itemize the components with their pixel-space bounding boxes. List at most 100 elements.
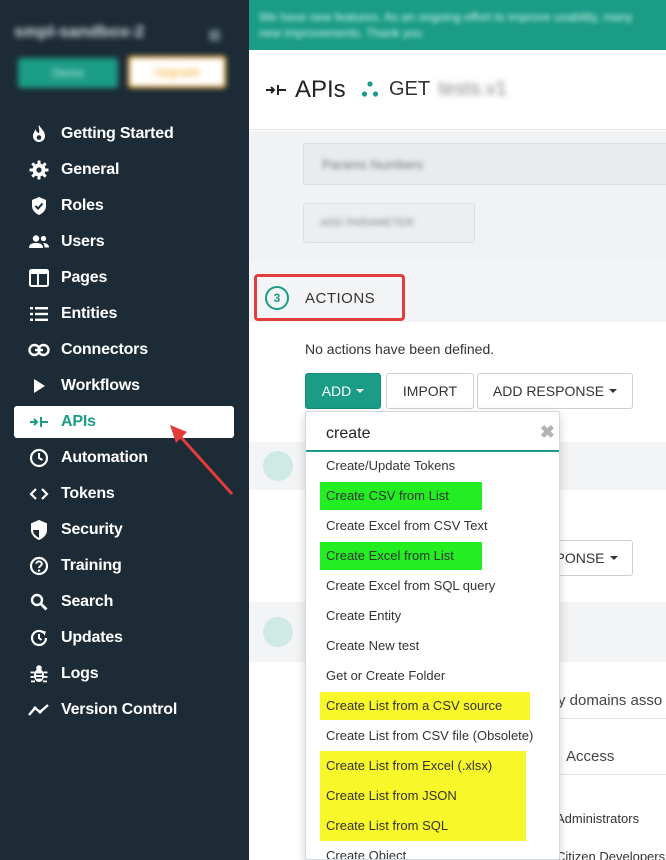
sidebar-item-label: Logs: [61, 665, 99, 682]
environment-primary-button[interactable]: Demo: [18, 58, 118, 88]
environment-secondary-button[interactable]: Upgrade: [128, 56, 226, 88]
sidebar-item-training[interactable]: Training: [14, 548, 234, 584]
chevron-down-icon: [356, 389, 365, 393]
sidebar-item-entities[interactable]: Entities: [14, 296, 234, 332]
sidebar-item-getting-started[interactable]: Getting Started: [14, 116, 234, 152]
option-label: Create Entity: [326, 608, 402, 623]
play-icon: [28, 375, 50, 397]
dropdown-option[interactable]: Create New test: [306, 631, 559, 661]
actions-section-title: ACTIONS: [305, 290, 376, 307]
divider: [559, 718, 666, 719]
option-label: Create Excel from List: [320, 542, 482, 570]
divider: [559, 774, 666, 775]
role-citizen-developers: Citizen Developers: [556, 849, 666, 860]
add-action-button[interactable]: ADD: [305, 373, 381, 409]
sidebar-item-label: Updates: [61, 629, 123, 646]
dropdown-option[interactable]: Create/Update Tokens: [306, 451, 559, 481]
sidebar-item-label: Roles: [61, 197, 104, 214]
sidebar-item-logs[interactable]: Logs: [14, 656, 234, 692]
bug-icon: [28, 663, 50, 685]
sidebar-item-label: Training: [61, 557, 122, 574]
dropdown-option[interactable]: Create Excel from CSV Text: [306, 511, 559, 541]
environment-name[interactable]: smpl-sandbox-2: [14, 22, 144, 42]
step-circle-dim-2: [263, 617, 293, 647]
api-name: tests.v1: [438, 78, 508, 100]
sidebar-item-general[interactable]: General: [14, 152, 234, 188]
sidebar-item-version-control[interactable]: Version Control: [14, 692, 234, 728]
sidebar-item-label: APIs: [61, 413, 96, 430]
dropdown-option[interactable]: Create CSV from List: [306, 481, 559, 511]
sidebar-item-label: General: [61, 161, 120, 178]
sidebar-item-workflows[interactable]: Workflows: [14, 368, 234, 404]
option-label: Create Excel from CSV Text: [326, 518, 488, 533]
announcement-banner[interactable]: We have new features. As an ongoing effo…: [249, 0, 666, 50]
sidebar-item-connectors[interactable]: Connectors: [14, 332, 234, 368]
shield-half-icon: [28, 519, 50, 541]
no-actions-message: No actions have been defined.: [305, 341, 495, 357]
add-parameter-label: ADD PARAMETER: [320, 217, 414, 229]
gear-icon: [28, 159, 50, 181]
sidebar-item-label: Workflows: [61, 377, 140, 394]
dropdown-option[interactable]: Get or Create Folder: [306, 661, 559, 691]
param-row[interactable]: Params Numbers: [303, 143, 666, 185]
domains-text: y domains asso: [558, 692, 663, 709]
users-icon: [28, 231, 50, 253]
dropdown-option[interactable]: Create List from Excel (.xlsx): [306, 751, 559, 781]
dropdown-option[interactable]: Create Excel from List: [306, 541, 559, 571]
dropdown-option[interactable]: Create List from CSV file (Obsolete): [306, 721, 559, 751]
add-response-button[interactable]: ADD RESPONSE: [477, 373, 633, 409]
step-number-badge: 3: [265, 286, 289, 310]
dropdown-search: ✖: [306, 412, 559, 452]
code-brackets-icon: [28, 483, 50, 505]
method-label: GET: [389, 78, 431, 100]
sidebar-item-label: Users: [61, 233, 105, 250]
add-action-label: ADD: [321, 383, 352, 399]
sidebar-item-label: Getting Started: [61, 125, 174, 142]
role-administrators: Administrators: [556, 811, 640, 826]
dropdown-option[interactable]: Create List from a CSV source: [306, 691, 559, 721]
sidebar-item-label: Connectors: [61, 341, 148, 358]
list-icon: [28, 303, 50, 325]
dropdown-option[interactable]: Create Object: [306, 841, 559, 860]
sidebar-item-security[interactable]: Security: [14, 512, 234, 548]
chevron-down-icon: [609, 556, 618, 560]
option-label: Create List from a CSV source: [320, 692, 530, 720]
page-title: APIs: [265, 76, 346, 104]
option-label: Create Object: [326, 848, 407, 860]
clear-search-icon[interactable]: ✖: [540, 422, 555, 443]
option-label: Get or Create Folder: [326, 668, 446, 683]
sidebar-item-label: Security: [61, 521, 123, 538]
option-label: Create List from JSON: [320, 781, 526, 811]
sidebar-item-search[interactable]: Search: [14, 584, 234, 620]
sidebar-item-updates[interactable]: Updates: [14, 620, 234, 656]
api-arrows-icon: [266, 85, 286, 95]
dropdown-option[interactable]: Create Excel from SQL query: [306, 571, 559, 601]
access-column-header: Access: [566, 748, 615, 765]
dropdown-search-input[interactable]: [326, 422, 526, 446]
help-circle-icon: [28, 555, 50, 577]
search-icon: [28, 591, 50, 613]
banner-text: We have new features. As an ongoing effo…: [259, 10, 633, 40]
option-label: Create List from Excel (.xlsx): [320, 751, 526, 781]
clock-icon: [28, 447, 50, 469]
dropdown-option[interactable]: Create Entity: [306, 601, 559, 631]
nodes-icon: [361, 80, 379, 97]
dropdown-option[interactable]: Create List from JSON: [306, 781, 559, 811]
add-parameter-button[interactable]: ADD PARAMETER: [303, 203, 475, 243]
add-action-dropdown: ✖ Create/Update Tokens Create CSV from L…: [305, 411, 560, 860]
chevron-down-icon: [609, 389, 618, 393]
sidebar-item-users[interactable]: Users: [14, 224, 234, 260]
sidebar-item-label: Entities: [61, 305, 118, 322]
import-label: IMPORT: [402, 383, 458, 399]
sidebar-item-pages[interactable]: Pages: [14, 260, 234, 296]
option-label: Create CSV from List: [320, 482, 482, 510]
apps-grid-icon[interactable]: ▦: [208, 26, 221, 43]
option-label: Create List from SQL: [320, 811, 526, 841]
params-card: Params Numbers ADD PARAMETER: [249, 131, 666, 261]
sidebar-item-label: Tokens: [61, 485, 115, 502]
dropdown-option[interactable]: Create List from SQL: [306, 811, 559, 841]
window-icon: [28, 267, 50, 289]
import-button[interactable]: IMPORT: [386, 373, 474, 409]
sidebar-item-label: Automation: [61, 449, 148, 466]
sidebar-item-roles[interactable]: Roles: [14, 188, 234, 224]
